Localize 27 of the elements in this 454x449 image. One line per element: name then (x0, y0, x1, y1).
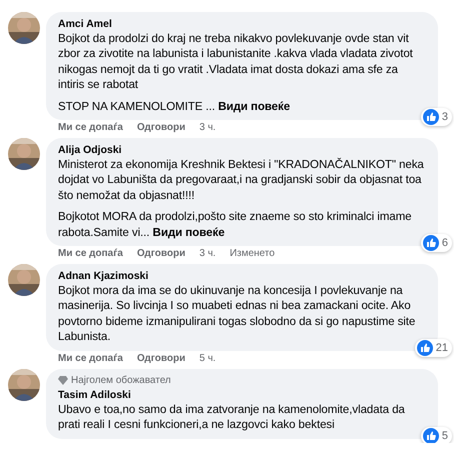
reaction-count[interactable]: 3 (442, 111, 448, 124)
reaction-count[interactable]: 5 (442, 430, 448, 442)
reply-link[interactable]: Одговори (136, 122, 186, 134)
comment-text: Ubavo e toa,no samo da ima zatvoranje na kamenolomite,vladata da prati reali I cesni funkcioneri,a ne lazgovci kako bektesi (58, 402, 406, 432)
timestamp[interactable]: 3 ч. (199, 248, 216, 260)
reply-link[interactable]: Одговори (136, 352, 186, 365)
comment-text: STOP NA KAMENOLOMITE ... Види повеќе (58, 98, 291, 114)
like-link[interactable]: Ми се допаѓа (58, 352, 123, 365)
diamond-icon (58, 376, 68, 385)
like-link[interactable]: Ми се допаѓа (58, 248, 123, 260)
reaction-count[interactable]: 6 (442, 237, 448, 250)
comment-text: Bojkot mora da ima se do ukinuvanje na koncesija I povlekuvanje na masinerija. So livcinja I so muabeti ednas ni bea zamackani ocite. Ako povtorno bideme izmanipulirani togas slobodno da si go napustime site Labunista. (58, 283, 416, 345)
see-more-link[interactable]: Види повеќе (218, 100, 290, 113)
like-link[interactable]: Ми се допаѓа (58, 122, 123, 134)
reply-link[interactable]: Одговори (136, 248, 186, 260)
author-name[interactable]: Alija Odjoski (58, 144, 426, 156)
see-more-link[interactable]: Види повеќе (152, 226, 225, 239)
comment-text: Bojkotot MORA da prodolzi,pošto site znaeme so sto kriminalci imame rabota.Samite vi... Види повеќе (58, 209, 412, 240)
author-name[interactable]: Tasim Adiloski (58, 388, 426, 401)
comment-text: Bojkot da prodolzi do kraj ne treba nikakvo povlekuvanje ovde stan vit zbor za zivotite na labunista i labunistanite .kakva vlada vladata zivotot nikogas nemojt da ti go vratit .Vladata imat dosta dokazi ama sfe za intiris se rabotat (58, 31, 414, 93)
timestamp[interactable]: 3 ч. (199, 122, 216, 134)
author-name[interactable]: Adnan Kjazimoski (58, 270, 426, 282)
comment-text: Ministerot za ekonomija Kreshnik Bektesi i "KRADONAČALNIKOT" neka dojdat vo Labuništa da pregovaraat,i na gradjanski sobir da objasnat toa što nemožat da objasnat!!!! (58, 157, 425, 204)
author-name[interactable]: Amci Amel (58, 18, 426, 30)
fan-label: Најголем обожавател (71, 374, 171, 386)
edited-label: Изменето (230, 248, 275, 260)
timestamp[interactable]: 5 ч. (199, 352, 216, 365)
